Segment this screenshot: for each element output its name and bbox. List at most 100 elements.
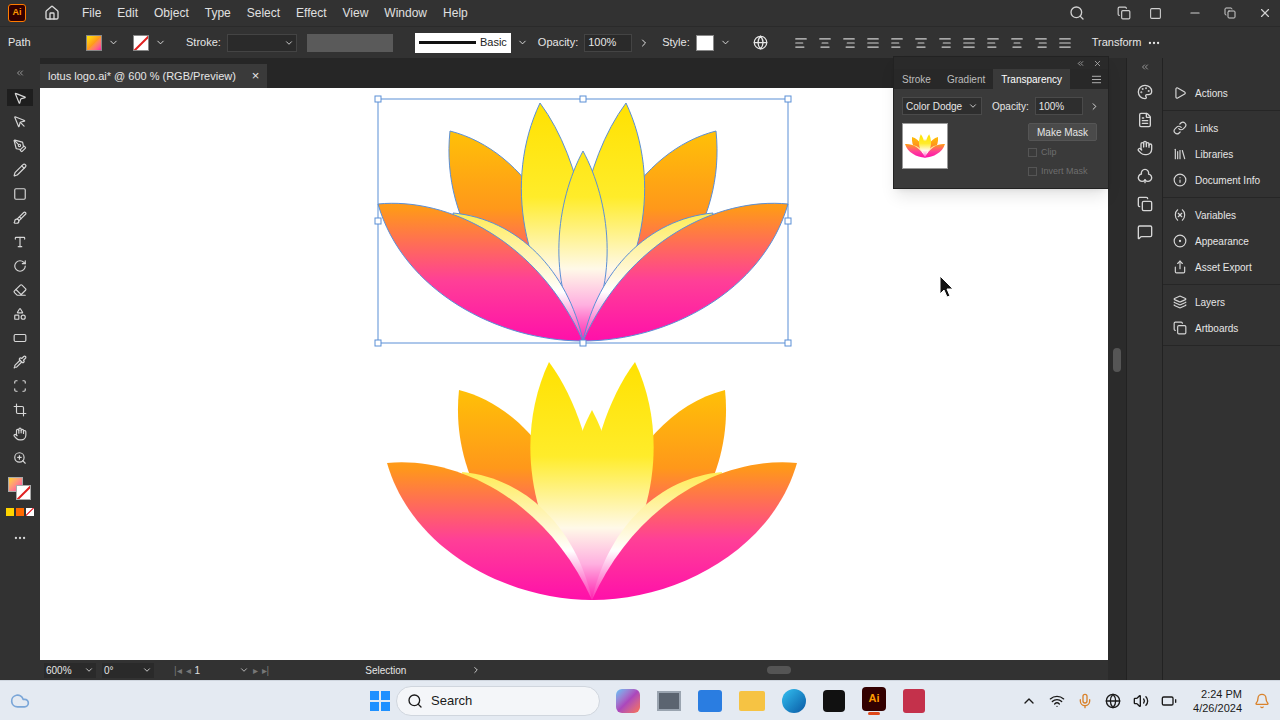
- vertical-scrollbar[interactable]: [1108, 58, 1126, 680]
- file-explorer-icon[interactable]: [739, 691, 765, 711]
- selection-tool-icon[interactable]: [13, 91, 27, 105]
- tool-button[interactable]: [7, 209, 33, 226]
- panel-item[interactable]: Appearance: [1163, 228, 1280, 254]
- zoom-tool-icon[interactable]: [13, 451, 27, 465]
- tool-button[interactable]: [7, 329, 33, 346]
- collapse-panel-icon[interactable]: [1076, 59, 1085, 68]
- align-icon[interactable]: [1034, 36, 1048, 50]
- network-icon[interactable]: [1049, 693, 1065, 709]
- panel-dock-icon[interactable]: [1137, 168, 1153, 184]
- stroke-swatch[interactable]: [133, 35, 149, 51]
- align-icon[interactable]: [962, 36, 976, 50]
- status-menu-icon[interactable]: [471, 665, 481, 675]
- edge-app-icon[interactable]: [782, 689, 806, 713]
- recolor-icon[interactable]: [753, 35, 768, 50]
- transform-link[interactable]: Transform: [1092, 34, 1142, 51]
- style-dropdown-icon[interactable]: [720, 37, 731, 48]
- align-icon[interactable]: [866, 36, 880, 50]
- lotus-bottom[interactable]: [387, 362, 797, 600]
- language-icon[interactable]: [1105, 693, 1121, 709]
- tool-button[interactable]: [7, 305, 33, 322]
- fill-dropdown-icon[interactable]: [108, 37, 119, 48]
- tool-button[interactable]: [7, 425, 33, 442]
- menu-item[interactable]: File: [78, 4, 105, 22]
- brush-definition[interactable]: Basic: [415, 33, 511, 53]
- rotation-field[interactable]: 0°: [102, 663, 154, 678]
- type-tool-icon[interactable]: [13, 235, 27, 249]
- panel-item[interactable]: Actions: [1163, 80, 1280, 106]
- gradient-tool-icon[interactable]: [13, 331, 27, 345]
- panel-opacity-field[interactable]: 100%: [1035, 97, 1083, 115]
- menu-item[interactable]: Window: [380, 4, 431, 22]
- search-icon[interactable]: [1069, 5, 1085, 21]
- panel-dock-icon[interactable]: [1137, 140, 1153, 156]
- eyedropper-tool-icon[interactable]: [13, 355, 27, 369]
- panel-menu-icon[interactable]: [1091, 74, 1102, 85]
- weather-icon[interactable]: [10, 691, 30, 711]
- tool-button[interactable]: [7, 89, 33, 106]
- make-mask-button[interactable]: Make Mask: [1028, 123, 1097, 141]
- panel-item[interactable]: Layers: [1163, 289, 1280, 315]
- panel-item[interactable]: Links: [1163, 115, 1280, 141]
- tool-button[interactable]: [7, 185, 33, 202]
- align-icon[interactable]: [914, 36, 928, 50]
- close-icon[interactable]: [1258, 6, 1272, 20]
- arrange-documents-icon[interactable]: [1117, 6, 1131, 20]
- align-icon[interactable]: [890, 36, 904, 50]
- restore-icon[interactable]: [1224, 7, 1236, 19]
- pencil-tool-icon[interactable]: [13, 163, 27, 177]
- capcut-app-icon[interactable]: [823, 690, 845, 712]
- artboard-tool-icon[interactable]: [13, 403, 27, 417]
- align-icon[interactable]: [1058, 36, 1072, 50]
- panel-item[interactable]: Asset Export: [1163, 254, 1280, 280]
- hand-tool-icon[interactable]: [13, 427, 27, 441]
- illustrator-taskbar-button[interactable]: Ai: [862, 687, 886, 715]
- rectangle-tool-icon[interactable]: [13, 187, 27, 201]
- color-modes[interactable]: [6, 508, 34, 516]
- clock[interactable]: 2:24 PM4/26/2024: [1193, 687, 1242, 715]
- menu-item[interactable]: Effect: [292, 4, 330, 22]
- snipping-app-icon[interactable]: [903, 689, 925, 713]
- panel-dock-icon[interactable]: [1137, 112, 1153, 128]
- copilot-app-icon[interactable]: [616, 689, 640, 713]
- tool-button[interactable]: [7, 281, 33, 298]
- direct-selection-tool-icon[interactable]: [13, 115, 27, 129]
- zoom-field[interactable]: 600%: [44, 663, 96, 678]
- battery-icon[interactable]: [1161, 693, 1177, 709]
- artboard-number[interactable]: 1: [195, 663, 235, 678]
- tool-button[interactable]: [7, 113, 33, 130]
- shape-builder-tool-icon[interactable]: [13, 307, 27, 321]
- align-icon[interactable]: [1010, 36, 1024, 50]
- paintbrush-tool-icon[interactable]: [13, 211, 27, 225]
- store-app-icon[interactable]: [698, 690, 722, 712]
- eraser-tool-icon[interactable]: [13, 283, 27, 297]
- panel-tab[interactable]: Gradient: [939, 69, 993, 89]
- rotate-tool-icon[interactable]: [13, 259, 27, 273]
- blend-tool-icon[interactable]: [13, 379, 27, 393]
- style-swatch[interactable]: [696, 35, 714, 51]
- menu-item[interactable]: Edit: [113, 4, 142, 22]
- menu-item[interactable]: View: [339, 4, 373, 22]
- panel-opacity-more-icon[interactable]: [1089, 101, 1100, 112]
- fill-swatch[interactable]: [86, 35, 102, 51]
- microphone-icon[interactable]: [1077, 693, 1093, 709]
- align-icon[interactable]: [842, 36, 856, 50]
- align-icon[interactable]: [794, 36, 808, 50]
- opacity-field[interactable]: 100%: [584, 34, 632, 52]
- menu-item[interactable]: Help: [439, 4, 472, 22]
- fill-stroke-widget[interactable]: [8, 477, 32, 501]
- lotus-top[interactable]: [375, 96, 791, 346]
- tool-button[interactable]: [7, 449, 33, 466]
- horizontal-scrollbar[interactable]: [487, 665, 1104, 675]
- panel-dock-icon[interactable]: [1137, 84, 1153, 100]
- tool-button[interactable]: [7, 401, 33, 418]
- tool-button[interactable]: [7, 137, 33, 154]
- minimize-icon[interactable]: [1188, 6, 1202, 20]
- blend-mode-dropdown[interactable]: Color Dodge: [902, 97, 982, 115]
- object-thumbnail[interactable]: [902, 123, 948, 169]
- selection-bounding-box[interactable]: [375, 96, 791, 346]
- tool-button[interactable]: [7, 257, 33, 274]
- align-icon[interactable]: [986, 36, 1000, 50]
- taskbar-search[interactable]: Search: [396, 686, 600, 716]
- panel-dock-icon[interactable]: [1137, 224, 1153, 240]
